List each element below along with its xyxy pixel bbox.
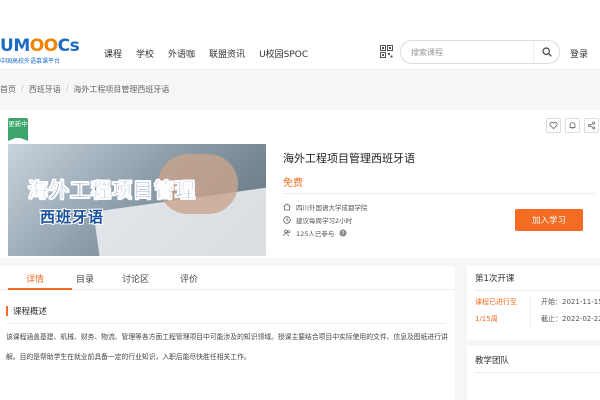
section-accent-bar [6,306,8,316]
breadcrumb-current: 海外工程项目管理西班牙语 [73,85,170,94]
start-date: 2021-11-15 [562,298,600,306]
nav-item-schools[interactable]: 学校 [136,47,154,60]
share-icon [587,121,596,130]
nav-item-news[interactable]: 联盟资讯 [209,47,245,60]
course-tabs: 详情 目录 讨论区 评价 [0,266,455,290]
cover-title-text: 海外工程项目管理 [28,178,196,203]
end-date: 2022-02-22 [562,315,600,323]
session-card: 第1次开课 课程已进行至 1/15周 开始：2021-11-15 截止：2022… [467,266,600,340]
help-icon[interactable]: ? [339,229,347,237]
overview-header: 课程概述 [6,305,47,317]
join-course-button[interactable]: 加入学习 [515,209,583,231]
session-progress: 1/15周 [475,315,498,323]
cover-subtitle-text: 西班牙语 [40,208,105,226]
nav-item-spoc[interactable]: U校园SPOC [259,47,308,60]
session-status: 课程已进行至 [475,298,517,306]
qr-code-icon[interactable] [380,45,393,58]
breadcrumb-separator: / [21,84,24,93]
school-name[interactable]: 四川外国语大学成都学院 [296,202,368,212]
login-link[interactable]: 登录 [570,47,588,60]
course-cover-image: 海外工程项目管理 西班牙语 [8,144,266,256]
search-button[interactable] [533,41,559,63]
participants-count: 125人已参与 [296,230,335,238]
nav-item-courses[interactable]: 课程 [104,47,122,60]
nav-item-cafe[interactable]: 外语咖 [168,47,195,60]
session-end: 截止：2022-02-22 [541,314,600,324]
overview-text: 该课程涵盖基建、机械、财务、物流、管理等各方面工程管理项目中可能涉及的知识领域。… [6,333,448,361]
logo-subtitle: 中国高校外语慕课平台 [0,58,61,65]
participants-row: 125人已参与 ? [283,228,347,238]
action-icons [546,118,599,133]
clock-icon [283,216,291,224]
logo-wordmark: UMOOCs [0,36,80,56]
update-badge-text: 更新中 [8,120,28,128]
share-button[interactable] [584,118,599,133]
users-icon [283,229,291,237]
overview-title: 课程概述 [13,307,48,317]
update-badge: 更新中 [8,118,28,138]
session-divider [475,290,600,291]
breadcrumb-home[interactable]: 首页 [0,84,16,95]
breadcrumb: 首页 / 西班牙语 / 海外工程项目管理西班牙语 [0,84,169,95]
search-icon [541,47,552,57]
search-box [400,40,560,64]
notify-button[interactable] [565,118,580,133]
svg-text:?: ? [342,231,345,237]
tab-contents[interactable]: 目录 [76,272,94,285]
overview-section: 课程概述 该课程涵盖基建、机械、财务、物流、管理等各方面工程管理项目中可能涉及的… [0,290,455,400]
info-divider [283,193,595,194]
end-label: 截止： [541,315,562,323]
bell-icon [569,122,576,129]
session-column-divider [530,296,531,326]
breadcrumb-separator: / [65,84,69,93]
course-price: 免费 [283,178,303,189]
breadcrumb-category[interactable]: 西班牙语 [29,84,61,95]
hours-row: 建议每周学习2小时 [283,215,352,225]
update-badge-tail [8,137,28,141]
heart-icon [549,121,558,130]
school-row: 四川外国语大学成都学院 [283,202,368,212]
team-title: 教学团队 [475,356,510,366]
course-title: 海外工程项目管理西班牙语 [283,152,415,165]
study-hours: 建议每周学习2小时 [296,217,353,225]
tab-reviews[interactable]: 评价 [180,272,198,285]
search-input[interactable] [411,46,531,59]
session-title: 第1次开课 [475,274,515,284]
site-logo[interactable]: UMOOCs 中国高校外语慕课平台 [0,36,80,66]
team-card: 教学团队 [467,346,600,400]
tab-details[interactable]: 详情 [26,272,44,285]
overview-divider [6,323,446,324]
favorite-button[interactable] [546,118,561,133]
session-start: 开始：2021-11-15 [541,297,600,307]
team-divider [475,372,600,373]
school-icon [283,203,291,211]
start-label: 开始： [541,298,562,306]
tab-discussion[interactable]: 讨论区 [122,272,149,285]
site-header: UMOOCs 中国高校外语慕课平台 课程 学校 外语咖 联盟资讯 U校园SPOC… [0,0,600,70]
main-nav: 课程 学校 外语咖 联盟资讯 U校园SPOC [104,47,308,60]
